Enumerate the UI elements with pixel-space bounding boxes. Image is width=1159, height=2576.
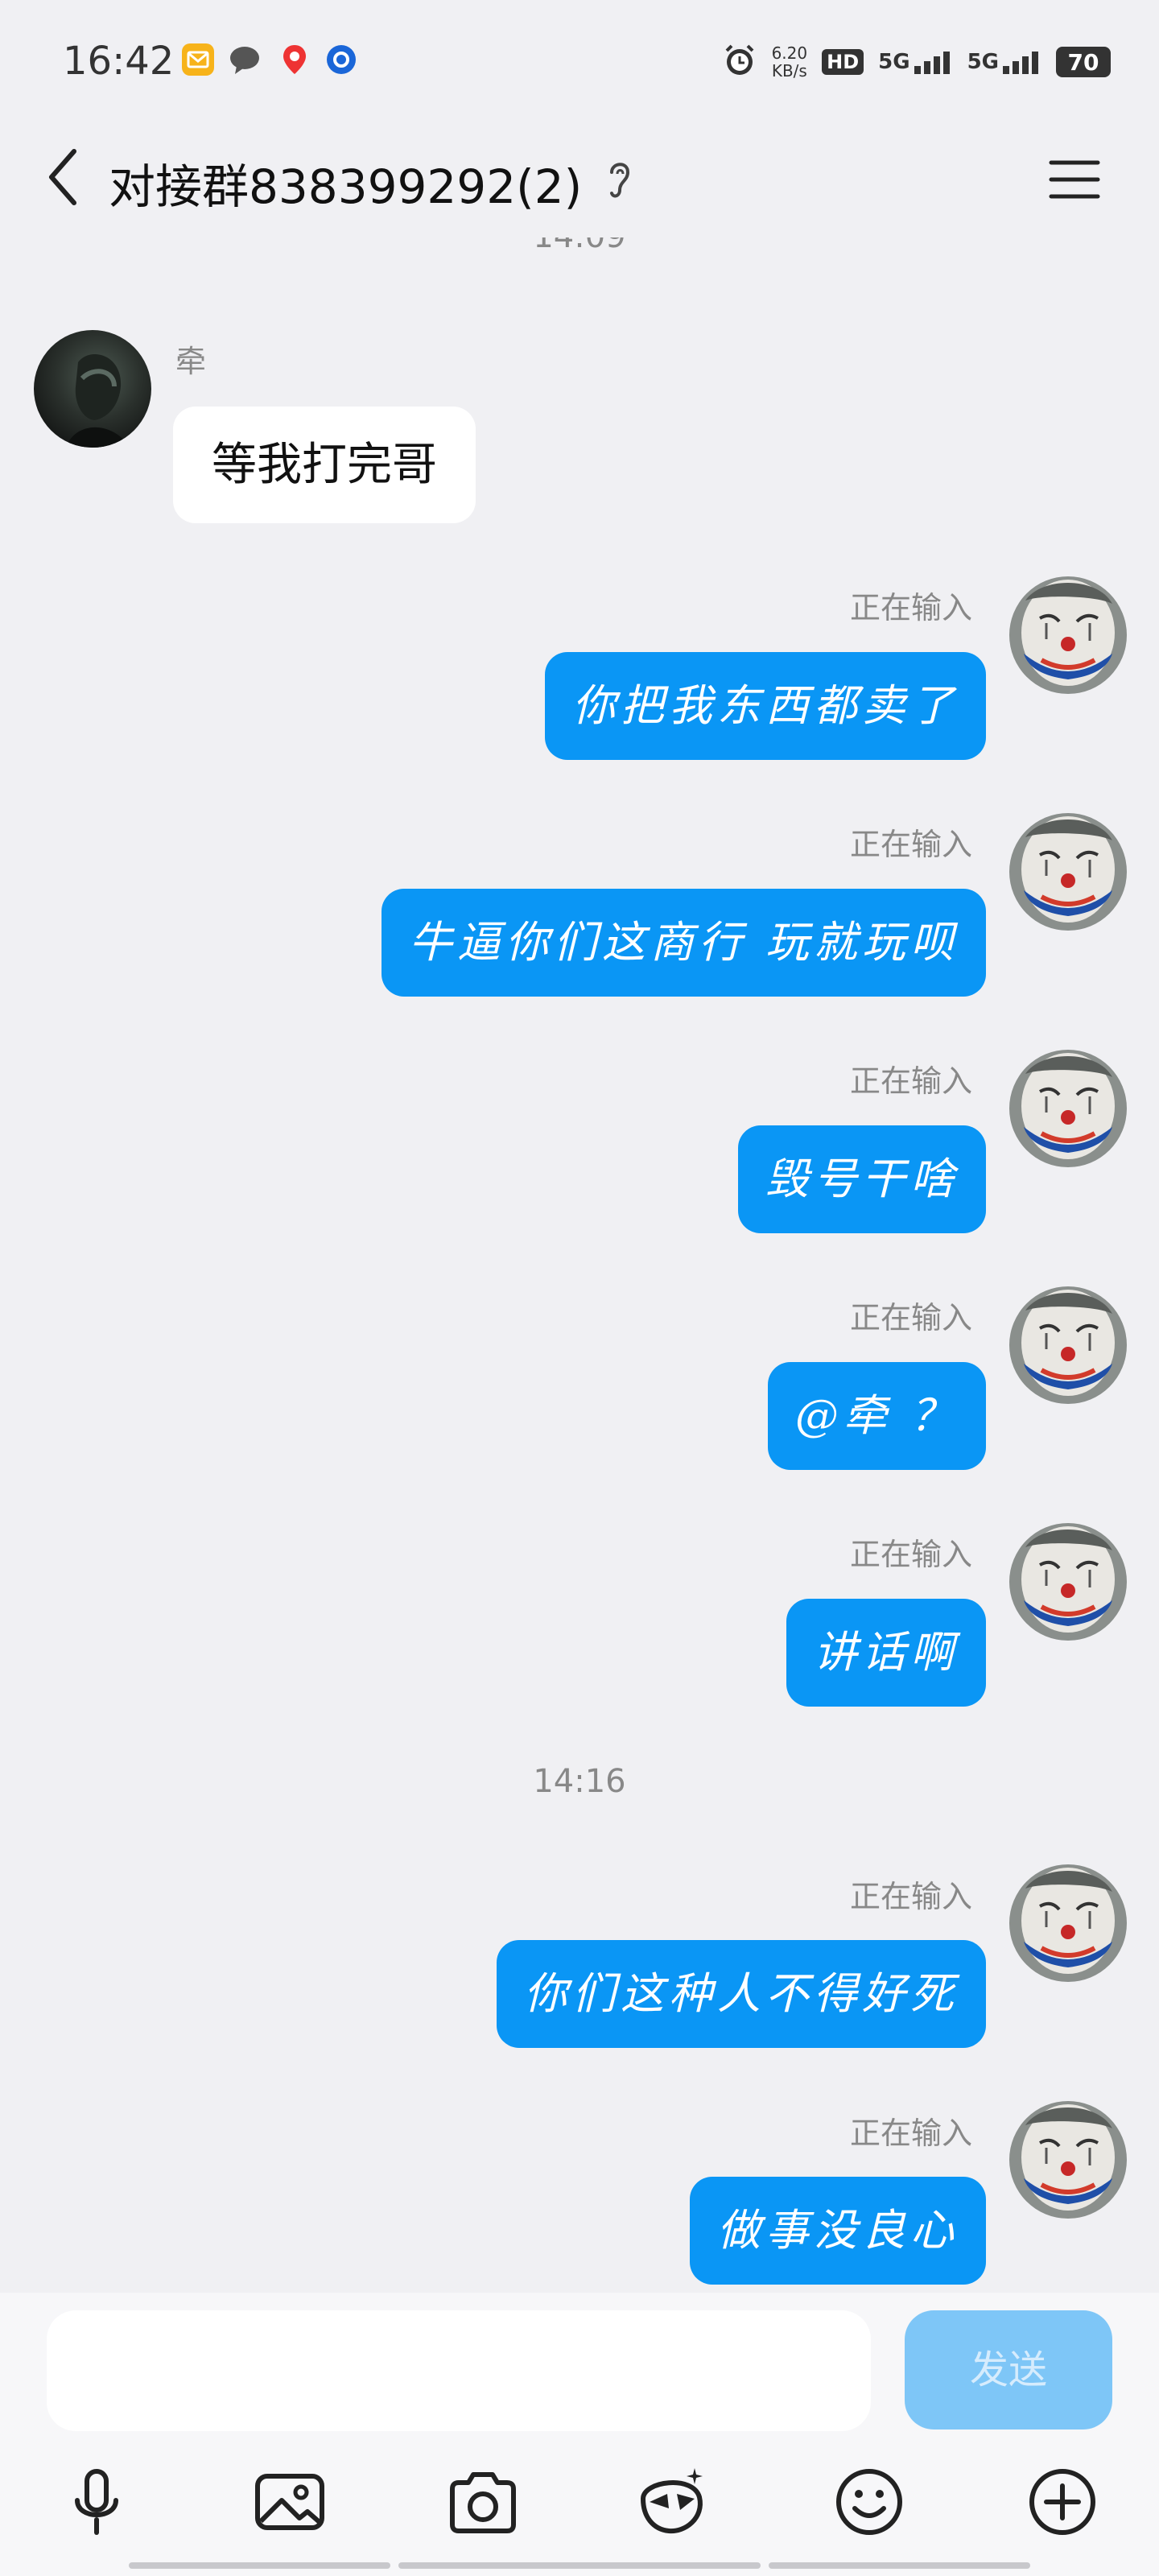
back-button[interactable] <box>40 145 89 209</box>
avatar[interactable] <box>1009 2101 1127 2219</box>
message-bubble[interactable]: 毁号干啥 <box>738 1125 986 1233</box>
message-bubble[interactable]: @牵 ？ <box>767 1362 986 1470</box>
microphone-icon[interactable] <box>56 2462 137 2542</box>
clock: 16:42 <box>63 39 175 84</box>
message-bubble[interactable]: 等我打完哥 <box>173 407 476 523</box>
message-bubble[interactable]: 你们这种人不得好死 <box>497 1940 986 2048</box>
typing-status: 正在输入 <box>849 1879 972 1914</box>
avatar[interactable] <box>1009 1523 1127 1641</box>
timestamp: 14:16 <box>533 1763 626 1800</box>
avatar[interactable] <box>1009 813 1127 931</box>
battery-indicator: 70 <box>1056 47 1111 77</box>
browser-app-icon <box>325 43 357 76</box>
timestamp: 14:09 <box>533 233 626 255</box>
chat-header: 对接群838399292(2) <box>0 121 1159 237</box>
message-bubble[interactable]: 做事没良心 <box>690 2177 986 2285</box>
chat-bubble-icon <box>229 43 261 76</box>
signal-1: 5G <box>878 50 952 74</box>
avatar[interactable] <box>1009 1050 1127 1167</box>
gesture-bar <box>769 2562 1030 2569</box>
typing-status: 正在输入 <box>849 1063 972 1099</box>
ear-icon[interactable] <box>604 155 636 203</box>
typing-status: 正在输入 <box>849 590 972 625</box>
avatar[interactable] <box>1009 1286 1127 1404</box>
fun-mask-icon[interactable] <box>632 2462 712 2542</box>
hd-badge: HD <box>822 49 864 75</box>
typing-status: 正在输入 <box>849 1300 972 1335</box>
gesture-bar <box>398 2562 761 2569</box>
message-bubble[interactable]: 讲话啊 <box>786 1599 986 1707</box>
map-pin-icon <box>278 43 311 76</box>
network-speed: 6.20 KB/s <box>771 43 808 80</box>
message-input[interactable] <box>47 2310 871 2431</box>
mail-app-icon <box>182 43 214 76</box>
alarm-icon <box>722 43 757 81</box>
avatar[interactable] <box>1009 1864 1127 1982</box>
plus-icon[interactable] <box>1022 2462 1103 2542</box>
composer: 发送 <box>0 2293 1159 2576</box>
image-icon[interactable] <box>250 2462 330 2542</box>
signal-2: 5G <box>967 50 1041 74</box>
send-button[interactable]: 发送 <box>905 2310 1112 2429</box>
avatar[interactable] <box>34 330 151 448</box>
avatar[interactable] <box>1009 576 1127 694</box>
typing-status: 正在输入 <box>849 1537 972 1572</box>
camera-icon[interactable] <box>443 2462 523 2542</box>
hamburger-menu-icon[interactable] <box>1046 151 1103 208</box>
emoji-icon[interactable] <box>829 2462 909 2542</box>
chat-title[interactable]: 对接群838399292(2) <box>109 149 582 217</box>
status-bar: 16:42 6.20 KB/s HD 5G 5G 70 <box>0 0 1159 121</box>
typing-status: 正在输入 <box>849 827 972 862</box>
gesture-bar <box>129 2562 390 2569</box>
message-bubble[interactable]: 你把我东西都卖了 <box>545 652 986 760</box>
typing-status: 正在输入 <box>849 2116 972 2151</box>
sender-name: 牵 <box>175 344 207 379</box>
message-bubble[interactable]: 牛逼你们这商行 玩就玩呗 <box>381 889 986 997</box>
